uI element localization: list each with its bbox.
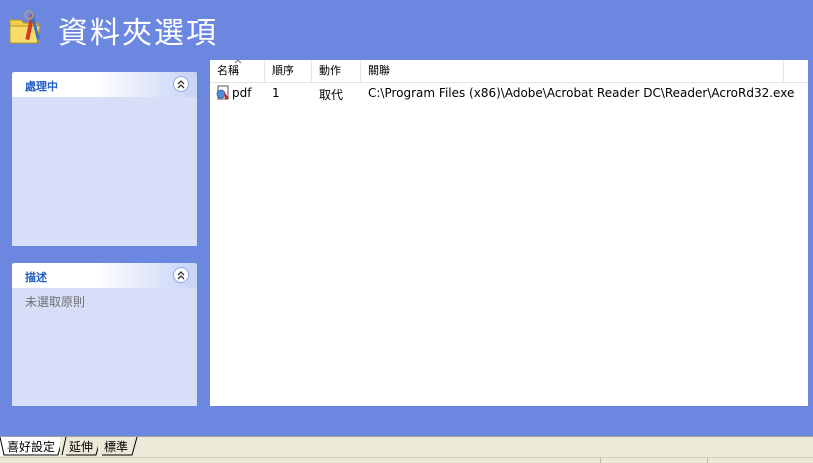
row-action: 取代 xyxy=(319,88,344,102)
sort-ascending-icon xyxy=(234,59,242,64)
tab-preferences[interactable]: 喜好設定 xyxy=(0,437,64,456)
tab-extended-label: 延伸 xyxy=(69,440,94,454)
column-header-order-label: 順序 xyxy=(272,64,294,77)
bottom-tab-bar: 喜好設定 延伸 標準 xyxy=(0,436,813,463)
tab-standard-label: 標準 xyxy=(104,440,129,454)
file-association-icon xyxy=(216,85,229,100)
column-header-name-label: 名稱 xyxy=(217,64,239,77)
table-row[interactable]: pdf 1 取代 C:\Program Files (x86)\Adobe\Ac… xyxy=(210,83,808,103)
column-header-association[interactable]: 關聯 xyxy=(361,60,784,82)
column-header-name[interactable]: 名稱 xyxy=(210,59,265,82)
description-panel-header[interactable]: 描述 xyxy=(12,263,197,288)
column-header-association-label: 關聯 xyxy=(368,64,390,77)
processing-panel-header[interactable]: 處理中 xyxy=(12,72,197,97)
status-bar-separator xyxy=(600,458,601,463)
policy-list[interactable]: 名稱 順序 動作 關聯 pdf 1 取代 C:\Program Files (x… xyxy=(210,59,808,406)
row-name: pdf xyxy=(232,86,252,100)
page-title: 資料夾選項 xyxy=(58,16,218,51)
header: 資料夾選項 xyxy=(0,0,813,60)
chevron-double-up-icon xyxy=(177,80,185,89)
description-panel-title: 描述 xyxy=(25,271,47,284)
processing-panel-title: 處理中 xyxy=(25,80,58,93)
column-header-action-label: 動作 xyxy=(319,64,341,77)
row-association: C:\Program Files (x86)\Adobe\Acrobat Rea… xyxy=(368,86,795,100)
tab-preferences-label: 喜好設定 xyxy=(7,440,56,454)
list-header: 名稱 順序 動作 關聯 xyxy=(210,59,808,83)
chevron-double-up-icon xyxy=(177,271,185,280)
row-order: 1 xyxy=(272,86,280,100)
description-panel-body: 未選取原則 xyxy=(25,295,86,309)
folder-tools-icon xyxy=(9,10,41,44)
description-collapse-button[interactable] xyxy=(173,267,189,283)
processing-panel: 處理中 xyxy=(12,72,197,246)
column-header-action[interactable]: 動作 xyxy=(312,60,361,82)
status-bar-divider xyxy=(0,457,813,458)
status-bar-separator xyxy=(707,458,708,463)
processing-collapse-button[interactable] xyxy=(173,76,189,92)
tab-standard[interactable]: 標準 xyxy=(98,437,138,456)
description-panel: 描述 未選取原則 xyxy=(12,263,197,406)
tab-extended[interactable]: 延伸 xyxy=(60,437,102,456)
column-header-order[interactable]: 順序 xyxy=(265,60,312,82)
